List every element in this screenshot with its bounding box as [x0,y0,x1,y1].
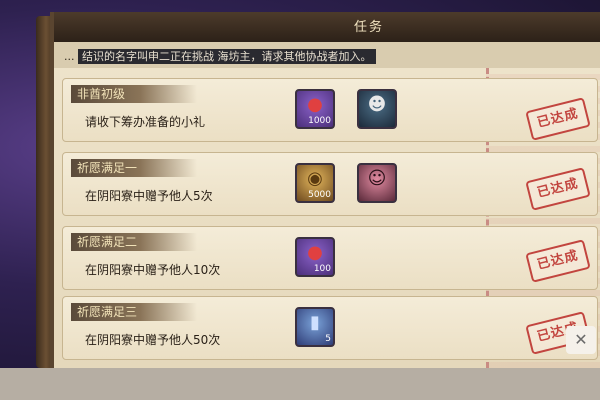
bottom-strip [0,368,600,400]
task-description: 在阴阳寮中赠予他人5次 [85,189,213,203]
task-tag: 祈愿满足三 [71,303,197,321]
reward-count: 5000 [308,190,331,200]
task-description: 请收下筹办准备的小礼 [85,115,206,129]
red-daruma-icon[interactable]: ● 1000 [295,89,335,129]
gold-coin-icon[interactable]: ◉ 5000 [295,163,335,203]
marquee-prefix: ... [64,50,75,63]
task-description: 在阴阳寮中赠予他人50次 [85,333,221,347]
panel-header: 任务 [54,12,600,44]
task-tag: 非酋初级 [71,85,197,103]
reward-count: 1000 [308,116,331,126]
panel-title: 任务 [354,20,385,35]
blue-talisman-icon[interactable]: ▮ 5 [295,307,335,347]
task-row-2[interactable]: 祈愿满足一 在阴阳寮中赠予他人5次 ◉ 5000 ☺ [62,152,598,216]
announcement-marquee: ... 结识的名字叫申二正在挑战 海坊主，请求其他协战者加入。 [54,42,600,68]
marquee-text: ... 结识的名字叫申二正在挑战 海坊主，请求其他协战者加入。 [64,48,376,64]
reward-count: 5 [325,334,331,344]
close-icon: ✕ [574,330,588,349]
reward-glyph: ☺ [367,168,387,189]
task-description: 在阴阳寮中赠予他人10次 [85,263,221,277]
task-tag: 祈愿满足一 [71,159,197,177]
reward-glyph: ● [307,94,323,115]
shikigami-portrait-icon[interactable]: ☺ [357,163,397,203]
close-button[interactable]: ✕ [566,326,596,354]
ghost-mask-icon[interactable]: ☻ [357,89,397,129]
reward-count: 100 [313,264,331,274]
task-tag: 祈愿满足二 [71,233,197,251]
reward-glyph: ☻ [367,94,387,115]
marquee-highlight: 结识的名字叫申二正在挑战 海坊主，请求其他协战者加入。 [78,49,376,64]
reward-glyph: ◉ [307,168,323,189]
red-daruma-icon[interactable]: ● 100 [295,237,335,277]
task-row-4[interactable]: 祈愿满足三 在阴阳寮中赠予他人50次 ▮ 5 [62,296,598,360]
task-row-1[interactable]: 非酋初级 请收下筹办准备的小礼 ● 1000 ☻ [62,78,598,142]
reward-glyph: ▮ [310,312,320,333]
task-row-3[interactable]: 祈愿满足二 在阴阳寮中赠予他人10次 ● 100 [62,226,598,290]
reward-glyph: ● [307,242,323,263]
